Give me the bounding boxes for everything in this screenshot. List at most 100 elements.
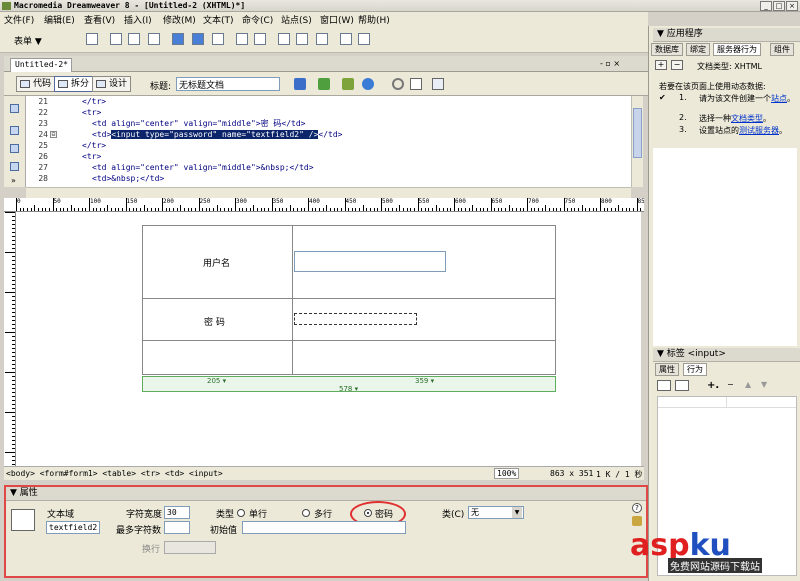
open-documents-icon[interactable] [10, 104, 19, 113]
title-input[interactable] [176, 77, 280, 91]
show-all-events-icon[interactable] [675, 380, 689, 391]
username-input[interactable] [294, 251, 446, 272]
file-field-icon[interactable] [296, 33, 308, 45]
move-down-icon[interactable]: ▼ [761, 380, 767, 389]
init-value-input[interactable] [242, 521, 406, 534]
tag-inspector-header[interactable]: ▼ 标签 <input> [653, 348, 800, 362]
radio-group-icon[interactable] [212, 33, 224, 45]
menu-text[interactable]: 文本(T) [203, 13, 234, 26]
properties-header[interactable]: ▼ 属性 [6, 487, 646, 501]
doc-type-link[interactable]: 文档类型 [731, 114, 763, 123]
preview-icon[interactable] [318, 78, 330, 90]
label-icon[interactable] [340, 33, 352, 45]
add-behavior-icon[interactable]: +. [707, 380, 719, 391]
split-view-button[interactable]: 拆分 [54, 76, 94, 92]
remove-behavior-button[interactable]: − [671, 60, 683, 70]
code-view-button[interactable]: 代码 [16, 76, 56, 92]
image-field-icon[interactable] [278, 33, 290, 45]
step-number: 1. [679, 93, 687, 102]
ruler-tick [5, 252, 15, 253]
ruler-label: 800 [601, 198, 612, 205]
ruler-tick [267, 208, 269, 211]
document-window-controls[interactable]: - ▫ × [600, 59, 620, 68]
close-button[interactable]: × [786, 1, 798, 11]
hidden-field-icon[interactable] [128, 33, 140, 45]
category-dropdown[interactable]: 表单 ▼ [14, 34, 42, 47]
ruler-tick [12, 280, 15, 281]
max-chars-input[interactable] [164, 521, 190, 534]
checkbox-icon[interactable] [172, 33, 184, 45]
site-link[interactable]: 站点 [771, 94, 787, 103]
application-panel-header[interactable]: ▼ 应用程序 [653, 28, 800, 42]
visual-aids-icon[interactable] [410, 78, 422, 90]
tab-bindings[interactable]: 绑定 [686, 43, 710, 56]
form-table[interactable] [142, 225, 556, 375]
ruler-tick [209, 208, 211, 211]
menu-site[interactable]: 站点(S) [281, 13, 312, 26]
document-tab[interactable]: Untitled-2* [10, 58, 72, 72]
tab-server-behaviors[interactable]: 服务器行为 [713, 43, 761, 56]
tab-database[interactable]: 数据库 [651, 43, 683, 56]
minimize-button[interactable]: _ [760, 1, 772, 11]
menu-window[interactable]: 窗口(W) [320, 13, 354, 26]
ruler-tick [384, 208, 386, 211]
collapse-selection-icon[interactable] [10, 144, 19, 153]
menu-file[interactable]: 文件(F) [4, 13, 34, 26]
test-server-link[interactable]: 测试服务器 [739, 126, 779, 135]
show-set-events-icon[interactable] [657, 380, 671, 391]
menu-view[interactable]: 查看(V) [84, 13, 115, 26]
ruler-tick [483, 208, 485, 211]
textfield-name-input[interactable]: textfield2 [46, 521, 100, 534]
ruler-tick [381, 198, 382, 211]
refresh-icon[interactable] [392, 78, 404, 90]
code-vertical-scrollbar[interactable] [631, 96, 643, 187]
jump-menu-icon[interactable] [254, 33, 266, 45]
ruler-tick [12, 348, 15, 349]
more-chevron-icon[interactable]: » [11, 176, 16, 185]
radio-icon[interactable] [192, 33, 204, 45]
code-horizontal-scrollbar[interactable] [26, 187, 631, 198]
menu-edit[interactable]: 编辑(E) [44, 13, 75, 26]
tab-attributes[interactable]: 属性 [655, 363, 679, 376]
ruler-tick [12, 356, 15, 357]
scroll-thumb[interactable] [633, 108, 642, 158]
password-input[interactable] [294, 313, 417, 325]
move-up-icon[interactable]: ▲ [745, 380, 751, 389]
form-icon[interactable] [86, 33, 98, 45]
watermark-subtitle: 免费网站源码下载站 [668, 558, 762, 573]
wrap-select[interactable] [164, 541, 216, 554]
char-width-input[interactable]: 30 [164, 506, 190, 519]
zoom-select[interactable]: 100% [494, 468, 520, 479]
help-icon[interactable]: ? [632, 503, 642, 513]
button-icon[interactable] [316, 33, 328, 45]
menu-help[interactable]: 帮助(H) [358, 13, 390, 26]
fieldset-icon[interactable] [358, 33, 370, 45]
tab-components[interactable]: 组件 [770, 43, 794, 56]
class-select[interactable]: 无 ▼ [468, 506, 524, 519]
ruler-tick [600, 198, 601, 211]
tab-behaviors[interactable]: 行为 [683, 363, 707, 376]
edit-icon[interactable] [632, 516, 642, 526]
menu-insert[interactable]: 插入(I) [124, 13, 152, 26]
list-icon[interactable] [236, 33, 248, 45]
tag-selector[interactable]: <body> <form#form1> <table> <tr> <td> <i… [6, 469, 223, 478]
ruler-tick [70, 205, 72, 211]
restore-button[interactable]: □ [773, 1, 785, 11]
code-editor[interactable]: 21 </tr> 22 <tr> 23 <td align="center" vali… [26, 96, 631, 187]
textarea-icon[interactable] [148, 33, 160, 45]
multi-line-radio[interactable] [302, 509, 310, 517]
check-page-icon[interactable] [432, 78, 444, 90]
expand-all-icon[interactable] [10, 162, 19, 171]
collapse-tag-icon[interactable] [10, 126, 19, 135]
fold-icon[interactable]: ⊟ [50, 131, 57, 138]
design-view-button[interactable]: 设计 [92, 76, 132, 92]
remove-icon[interactable]: − [727, 380, 734, 389]
text-field-icon[interactable] [110, 33, 122, 45]
menu-commands[interactable]: 命令(C) [242, 13, 273, 26]
debug-icon[interactable] [342, 78, 354, 90]
add-behavior-button[interactable]: + [655, 60, 667, 70]
single-line-radio[interactable] [237, 509, 245, 517]
file-management-icon[interactable] [294, 78, 306, 90]
view-options-icon[interactable] [362, 78, 374, 90]
menu-modify[interactable]: 修改(M) [163, 13, 196, 26]
